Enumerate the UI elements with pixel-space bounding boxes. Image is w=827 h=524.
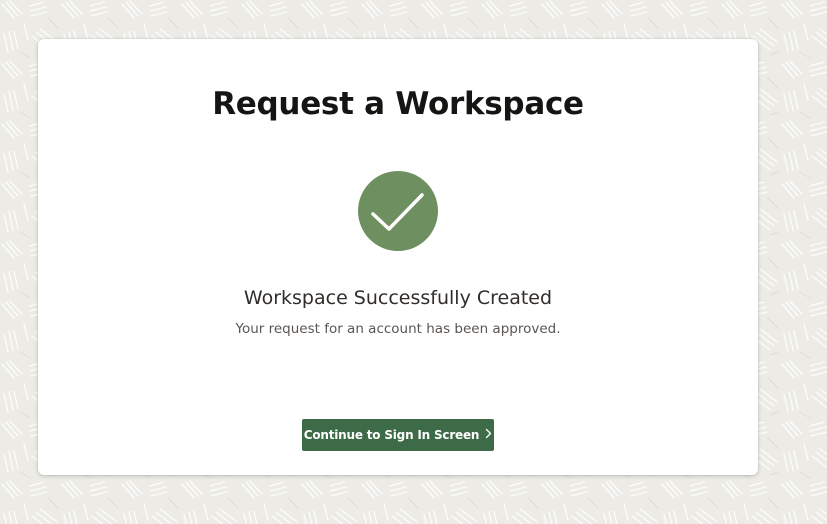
success-heading: Workspace Successfully Created bbox=[243, 287, 553, 309]
continue-to-sign-in-button[interactable]: Continue to Sign In Screen bbox=[302, 419, 494, 451]
success-message: Your request for an account has been app… bbox=[235, 321, 561, 337]
page-title: Request a Workspace bbox=[212, 86, 584, 122]
checkmark-icon bbox=[371, 193, 424, 231]
continue-button-label: Continue to Sign In Screen bbox=[303, 428, 480, 442]
request-workspace-card: Request a Workspace Workspace Successful… bbox=[38, 39, 758, 475]
success-checkmark-icon bbox=[358, 171, 438, 251]
chevron-right-icon bbox=[485, 428, 492, 442]
